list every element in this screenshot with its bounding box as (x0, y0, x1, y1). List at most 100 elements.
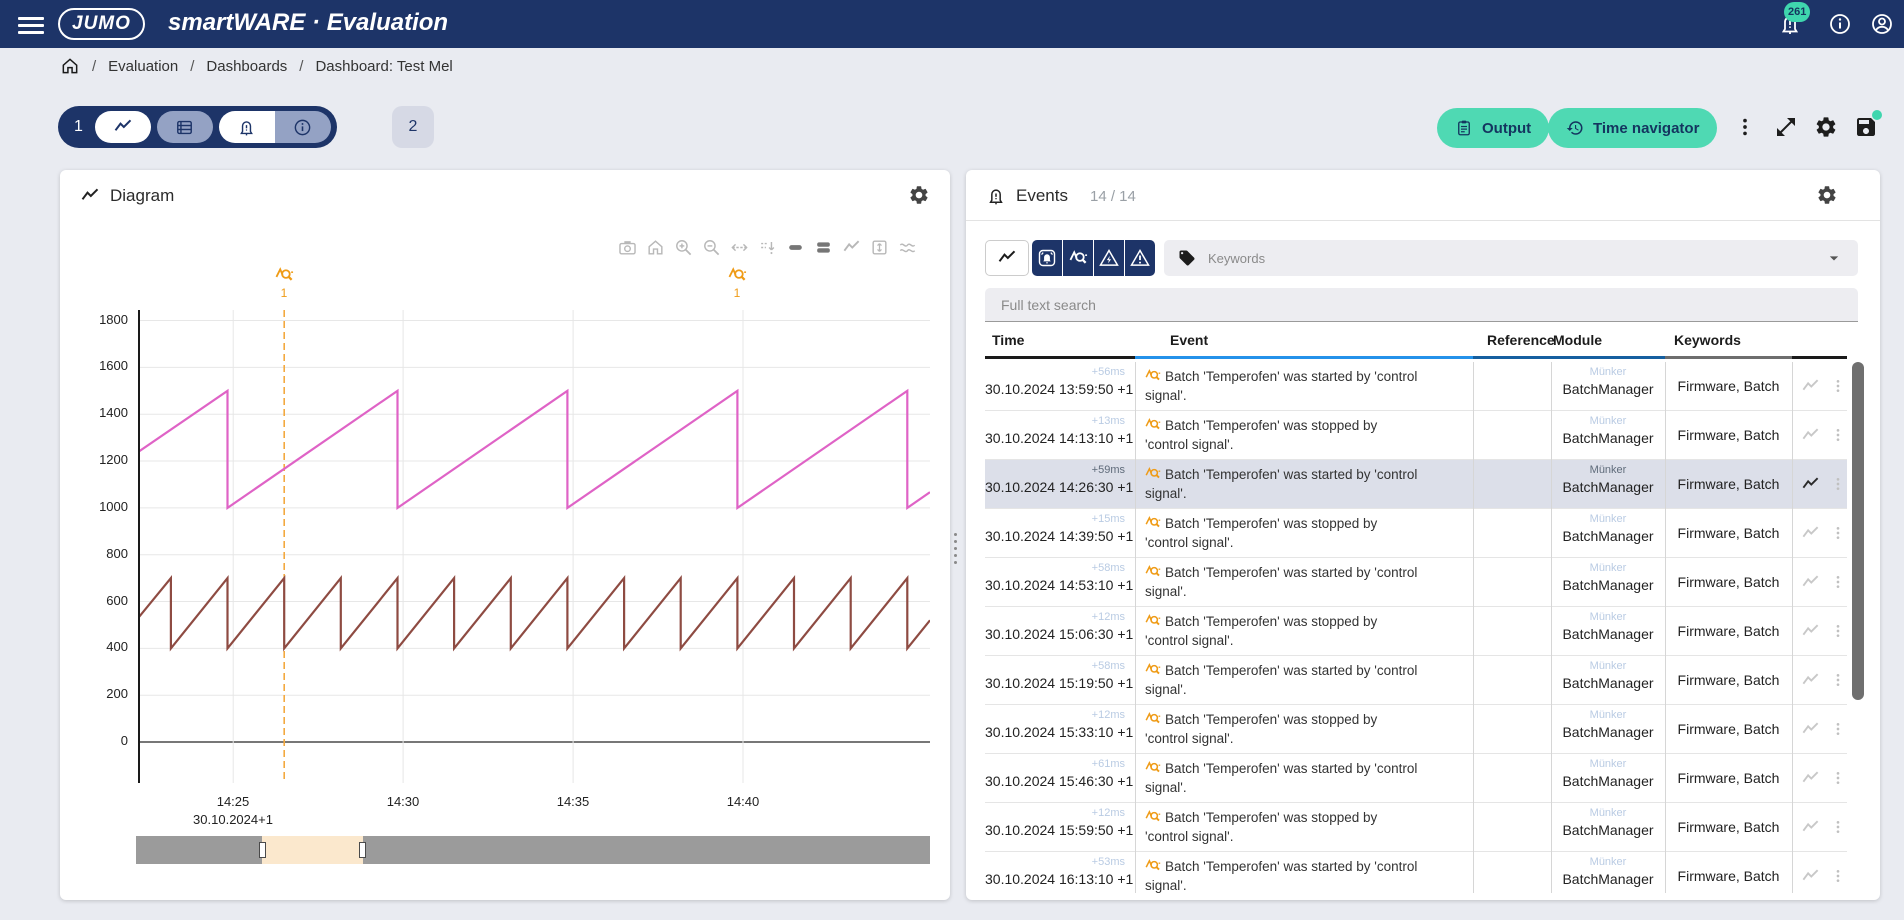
y-tick-label: 1800 (60, 312, 128, 327)
events-table-body: +56ms 30.10.2024 13:59:50 +1 Batch 'Temp… (985, 362, 1847, 893)
column-header-module[interactable]: Module (1553, 332, 1602, 348)
event-timestamp: 30.10.2024 14:26:30 +1 (985, 477, 1125, 497)
event-marker[interactable]: 1 (274, 266, 294, 300)
column-header-keywords[interactable]: Keywords (1674, 332, 1741, 348)
event-module-name: BatchManager (1551, 673, 1665, 693)
show-in-chart-icon[interactable] (1797, 509, 1823, 557)
column-divider (1473, 362, 1474, 893)
table-row[interactable]: +61ms 30.10.2024 15:46:30 +1 Batch 'Temp… (985, 754, 1847, 803)
toggle-table-widget[interactable] (157, 111, 213, 143)
table-row[interactable]: +59ms 30.10.2024 14:26:30 +1 Batch 'Temp… (985, 460, 1847, 509)
range-slider-handle-right[interactable] (359, 842, 366, 858)
table-row[interactable]: +56ms 30.10.2024 13:59:50 +1 Batch 'Temp… (985, 362, 1847, 411)
zoom-out-icon[interactable] (702, 238, 721, 257)
account-icon[interactable] (1870, 12, 1894, 36)
event-text-line2: signal'. (1145, 486, 1187, 501)
filter-errors-button[interactable] (1094, 240, 1124, 276)
home-icon[interactable] (60, 56, 80, 76)
row-menu-kebab-icon[interactable] (1830, 607, 1846, 655)
time-range-slider[interactable] (136, 836, 930, 864)
panel-resize-handle[interactable] (951, 518, 959, 578)
keywords-select[interactable]: Keywords (1164, 240, 1858, 276)
show-in-chart-icon[interactable] (1797, 803, 1823, 851)
column-header-reference[interactable]: Reference (1487, 332, 1555, 348)
breadcrumb-item-evaluation[interactable]: Evaluation (108, 58, 178, 75)
row-menu-kebab-icon[interactable] (1830, 509, 1846, 557)
toggle-events-widget[interactable] (219, 111, 275, 143)
table-row[interactable]: +58ms 30.10.2024 15:19:50 +1 Batch 'Temp… (985, 656, 1847, 705)
time-navigator-button[interactable]: Time navigator (1548, 108, 1717, 148)
row-menu-kebab-icon[interactable] (1830, 558, 1846, 606)
toggle-diagram-widget[interactable] (95, 111, 151, 143)
dashboard-tab-1[interactable]: 1 (58, 106, 337, 148)
row-menu-kebab-icon[interactable] (1830, 754, 1846, 802)
events-settings-gear-icon[interactable] (1816, 184, 1838, 206)
x-tick-label: 14:30 (363, 794, 443, 809)
filter-warnings-button[interactable] (1125, 240, 1155, 276)
info-icon[interactable] (1828, 12, 1852, 36)
column-header-time[interactable]: Time (992, 332, 1024, 348)
show-in-chart-icon[interactable] (1797, 754, 1823, 802)
full-text-search-input[interactable] (985, 288, 1858, 322)
row-menu-kebab-icon[interactable] (1830, 411, 1846, 459)
show-in-chart-icon[interactable] (1797, 656, 1823, 704)
select-drag-icon[interactable] (758, 238, 777, 257)
output-button[interactable]: Output (1437, 108, 1549, 148)
table-row[interactable]: +15ms 30.10.2024 14:39:50 +1 Batch 'Temp… (985, 509, 1847, 558)
event-module-plant: Münker (1551, 415, 1665, 428)
table-row[interactable]: +53ms 30.10.2024 16:13:10 +1 Batch 'Temp… (985, 852, 1847, 893)
settings-gear-icon[interactable] (1814, 115, 1838, 139)
alarm-bell-icon (1037, 248, 1057, 268)
toggle-info-widget[interactable] (275, 111, 331, 143)
row-menu-kebab-icon[interactable] (1830, 362, 1846, 410)
zoom-in-icon[interactable] (674, 238, 693, 257)
show-in-chart-icon[interactable] (1797, 705, 1823, 753)
show-in-chart-icon[interactable] (1797, 362, 1823, 410)
row-menu-kebab-icon[interactable] (1830, 705, 1846, 753)
diagram-settings-gear-icon[interactable] (908, 184, 930, 206)
chart-modebar (618, 238, 917, 257)
reset-home-icon[interactable] (646, 238, 665, 257)
fullscreen-icon[interactable] (1774, 115, 1798, 139)
smooth-lines-icon[interactable] (898, 238, 917, 257)
single-axis-icon[interactable] (786, 238, 805, 257)
events-table-scrollbar[interactable] (1852, 362, 1864, 700)
event-time-cell: +59ms 30.10.2024 14:26:30 +1 (985, 460, 1135, 508)
filter-alarms-button[interactable] (1032, 240, 1062, 276)
show-in-chart-icon[interactable] (1797, 558, 1823, 606)
y-tick-label: 1400 (60, 405, 128, 420)
event-text-cell: Batch 'Temperofen' was stopped by 'contr… (1135, 803, 1473, 851)
table-row[interactable]: +12ms 30.10.2024 15:59:50 +1 Batch 'Temp… (985, 803, 1847, 852)
row-menu-kebab-icon[interactable] (1830, 803, 1846, 851)
range-slider-selection[interactable] (262, 836, 363, 864)
snapshot-camera-icon[interactable] (618, 238, 637, 257)
filter-chart-events-button[interactable] (985, 240, 1029, 276)
autoscale-icon[interactable] (870, 238, 889, 257)
column-header-event[interactable]: Event (1170, 332, 1208, 348)
dashboard-tab-2[interactable]: 2 (392, 106, 434, 148)
show-in-chart-icon[interactable] (1797, 607, 1823, 655)
breadcrumb-item-dashboards[interactable]: Dashboards (206, 58, 287, 75)
range-slider-handle-left[interactable] (259, 842, 266, 858)
show-in-chart-icon[interactable] (1797, 852, 1823, 893)
chart-plot-area[interactable] (138, 310, 930, 783)
table-row[interactable]: +13ms 30.10.2024 14:13:10 +1 Batch 'Temp… (985, 411, 1847, 460)
stacked-axes-icon[interactable] (814, 238, 833, 257)
event-marker[interactable]: 1 (727, 266, 747, 300)
pan-horizontal-icon[interactable] (730, 238, 749, 257)
filter-analysis-events-button[interactable] (1063, 240, 1093, 276)
table-row[interactable]: +58ms 30.10.2024 14:53:10 +1 Batch 'Temp… (985, 558, 1847, 607)
app-root: JUMO smartWARE · Evaluation 261 / Evalua… (0, 0, 1904, 920)
more-options-kebab-icon[interactable] (1734, 115, 1756, 139)
show-in-chart-icon[interactable] (1797, 460, 1823, 508)
show-in-chart-icon[interactable] (1797, 411, 1823, 459)
chart-icon (113, 117, 133, 137)
line-mode-icon[interactable] (842, 238, 861, 257)
hamburger-menu-icon[interactable] (18, 13, 44, 35)
row-menu-kebab-icon[interactable] (1830, 852, 1846, 893)
table-row[interactable]: +12ms 30.10.2024 15:06:30 +1 Batch 'Temp… (985, 607, 1847, 656)
row-menu-kebab-icon[interactable] (1830, 656, 1846, 704)
row-menu-kebab-icon[interactable] (1830, 460, 1846, 508)
x-tick-label: 14:40 (703, 794, 783, 809)
table-row[interactable]: +12ms 30.10.2024 15:33:10 +1 Batch 'Temp… (985, 705, 1847, 754)
